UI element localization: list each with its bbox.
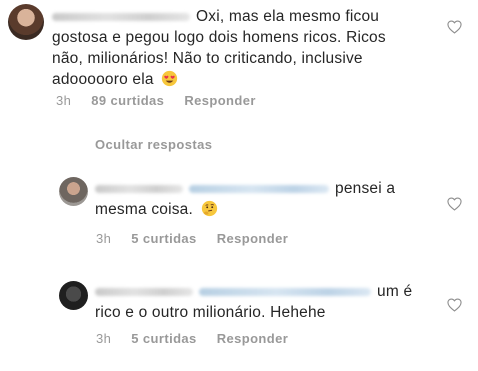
timestamp: 3h xyxy=(56,93,72,108)
thinking-face-emoji-icon xyxy=(201,200,217,217)
reply-button[interactable]: Responder xyxy=(184,93,256,108)
avatar[interactable] xyxy=(8,4,44,40)
timestamp: 3h xyxy=(96,231,112,246)
reply-button[interactable]: Responder xyxy=(217,231,289,246)
comment-item: Oxi, mas ela mesmo ficou gostosa e pegou… xyxy=(0,0,478,125)
comment-meta: 3h 5 curtidas Responder xyxy=(96,231,308,246)
comment-text: Oxi, mas ela mesmo ficou gostosa e pegou… xyxy=(52,6,437,90)
blurred-username[interactable] xyxy=(52,12,190,21)
comment-line: não, milionários! Não to criticando, inc… xyxy=(52,50,363,67)
comment-line: adoooooro ela xyxy=(52,71,154,88)
blurred-mention[interactable] xyxy=(199,287,371,296)
likes-count[interactable]: 89 curtidas xyxy=(91,93,164,108)
comment-line: um é xyxy=(377,283,413,300)
comment-text: pensei a mesma coisa. xyxy=(95,178,435,220)
comment-text: um é rico e o outro milionário. Hehehe xyxy=(95,281,435,323)
comment-meta: 3h 89 curtidas Responder xyxy=(56,93,276,108)
avatar[interactable] xyxy=(59,177,88,206)
comment-meta: 3h 5 curtidas Responder xyxy=(96,331,308,346)
like-heart-icon[interactable] xyxy=(447,298,462,312)
blurred-username[interactable] xyxy=(95,184,183,193)
reply-button[interactable]: Responder xyxy=(217,331,289,346)
comment-line: mesma coisa. xyxy=(95,201,194,218)
likes-count[interactable]: 5 curtidas xyxy=(131,231,196,246)
like-heart-icon[interactable] xyxy=(447,197,462,211)
hide-replies-button[interactable]: Ocultar respostas xyxy=(95,137,212,152)
reply-item: um é rico e o outro milionário. Hehehe 3… xyxy=(0,270,478,365)
avatar[interactable] xyxy=(59,281,88,310)
blurred-mention[interactable] xyxy=(189,184,329,193)
like-heart-icon[interactable] xyxy=(447,20,462,34)
likes-count[interactable]: 5 curtidas xyxy=(131,331,196,346)
blurred-username[interactable] xyxy=(95,287,193,296)
comment-line: gostosa e pegou logo dois homens ricos. … xyxy=(52,29,386,46)
heart-eyes-emoji-icon xyxy=(162,70,178,87)
reply-item: pensei a mesma coisa. 3h 5 curtidas Respon… xyxy=(0,170,478,260)
comment-line: rico e o outro milionário. Hehehe xyxy=(95,304,326,321)
comment-line: pensei a xyxy=(335,180,396,197)
comment-line: Oxi, mas ela mesmo ficou xyxy=(196,8,380,25)
timestamp: 3h xyxy=(96,331,112,346)
